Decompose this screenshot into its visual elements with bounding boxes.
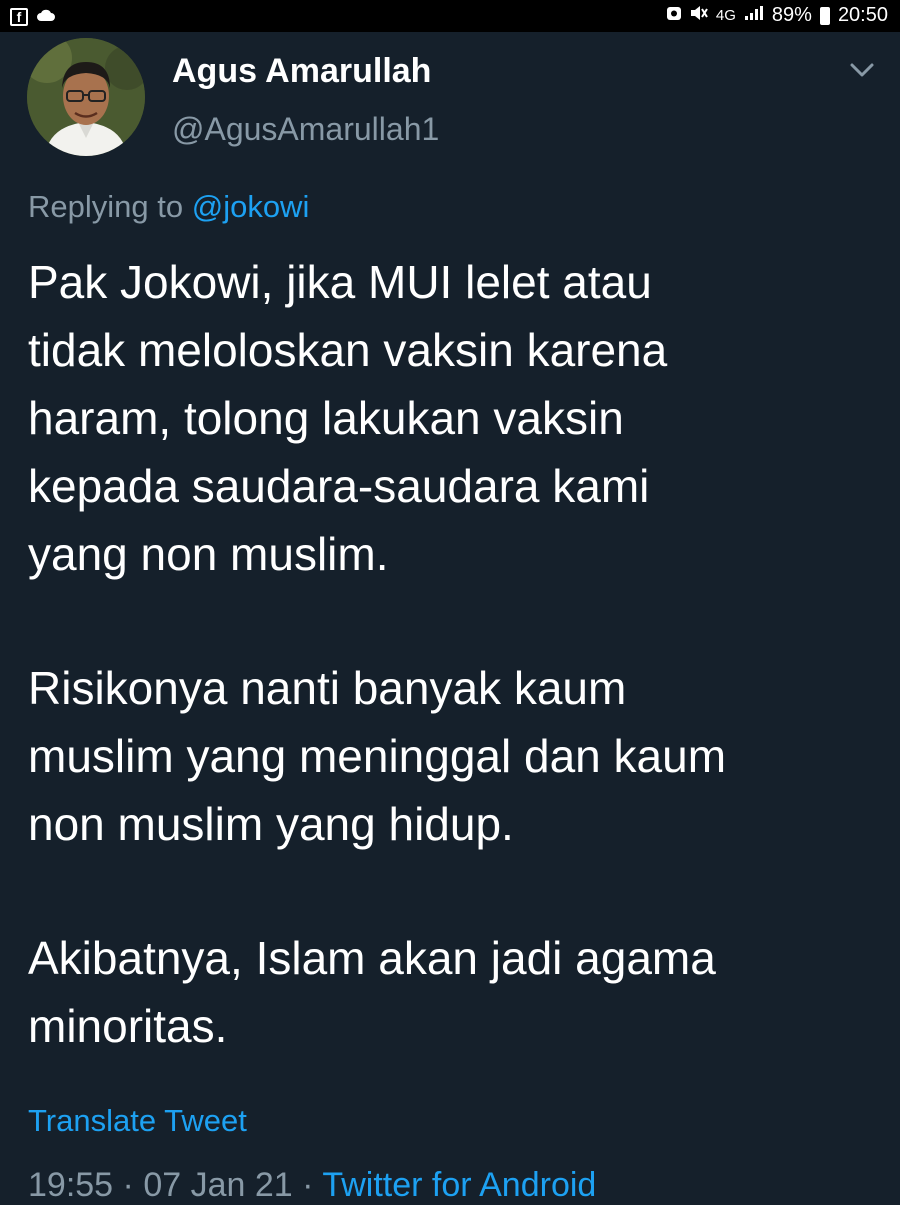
signal-icon	[744, 4, 764, 27]
network-type: 4G	[715, 7, 736, 24]
cloud-icon	[36, 5, 56, 28]
avatar[interactable]	[27, 38, 145, 156]
status-bar-left: f	[10, 5, 56, 28]
facebook-icon: f	[10, 7, 28, 26]
translate-tweet-link[interactable]: Translate Tweet	[28, 1103, 247, 1139]
status-bar-right: 4G 89% 20:50	[666, 4, 888, 27]
tweet-paragraph: Akibatnya, Islam akan jadi agama minorit…	[28, 932, 716, 1052]
tweet-meta: 19:55 · 07 Jan 21 · Twitter for Android	[28, 1166, 596, 1205]
alarm-icon	[666, 4, 682, 27]
author-handle[interactable]: @AgusAmarullah1	[172, 111, 439, 148]
status-bar: f 4G 89% 20:50	[0, 0, 900, 32]
chevron-down-icon[interactable]	[848, 60, 876, 80]
clock: 20:50	[837, 4, 888, 26]
meta-separator: ·	[122, 1166, 134, 1204]
tweet-paragraph: Pak Jokowi, jika MUI lelet atau tidak me…	[28, 256, 668, 580]
tweet-source-link[interactable]: Twitter for Android	[322, 1166, 596, 1204]
tweet-text: Pak Jokowi, jika MUI lelet atau tidak me…	[28, 248, 878, 1060]
mute-icon	[690, 4, 708, 27]
meta-separator: ·	[302, 1166, 314, 1204]
tweet-paragraph: Risikonya nanti banyak kaum muslim yang …	[28, 662, 727, 850]
replying-prefix: Replying to	[28, 189, 184, 224]
author-name[interactable]: Agus Amarullah	[172, 52, 431, 91]
battery-level: 89%	[771, 4, 812, 26]
replying-to: Replying to @jokowi	[28, 189, 309, 225]
reply-mention-link[interactable]: @jokowi	[192, 189, 310, 224]
battery-icon	[819, 6, 830, 25]
tweet-date: 07 Jan 21	[143, 1166, 293, 1204]
tweet-time: 19:55	[28, 1166, 114, 1204]
